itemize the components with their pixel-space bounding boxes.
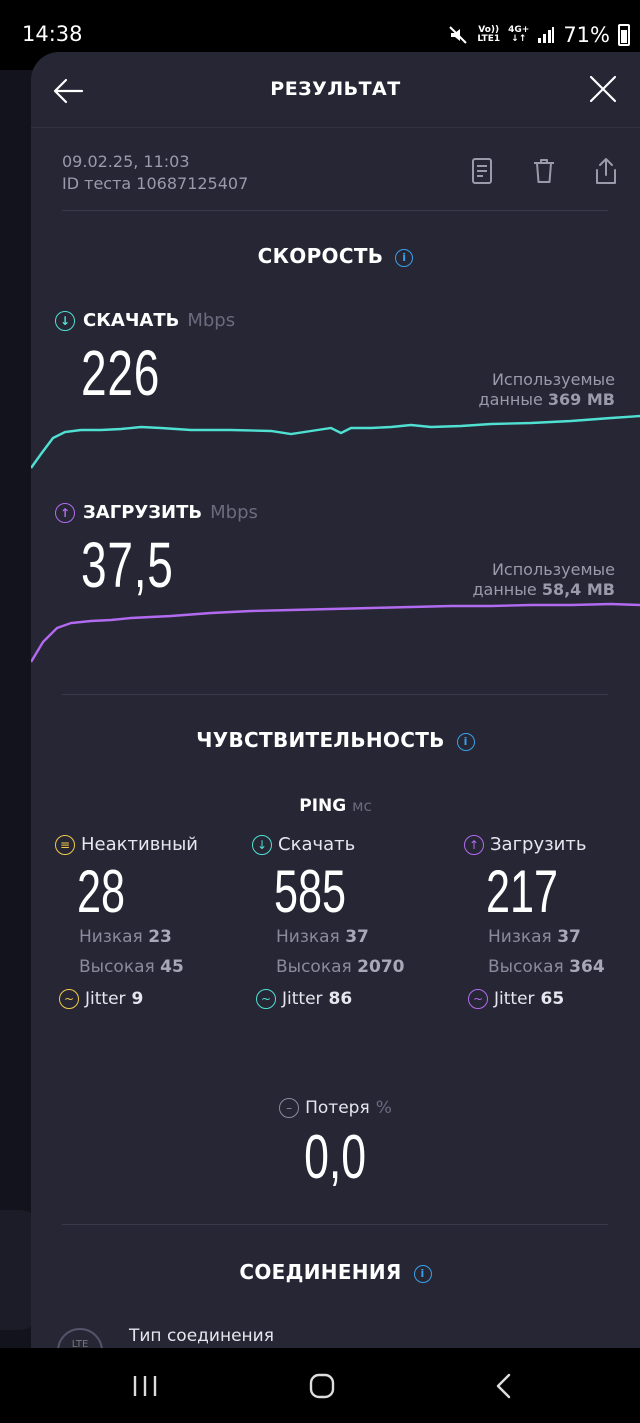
mute-icon: [449, 26, 468, 44]
divider: [62, 210, 608, 211]
upload-data-used: Используемые данные 58,4 MB: [472, 560, 615, 599]
jitter-icon: ~: [59, 989, 79, 1009]
packet-loss-value: 0,0: [304, 1123, 367, 1192]
download-graph: [31, 414, 640, 469]
jitter-icon: ~: [468, 989, 488, 1009]
ping-title: PING мс: [299, 796, 372, 816]
packet-loss-icon: –: [279, 1098, 300, 1118]
upload-graph-line: [31, 602, 640, 663]
ping-download-low: Низкая 37: [276, 927, 369, 947]
result-actions: [468, 156, 620, 186]
status-time: 14:38: [22, 22, 83, 46]
upload-graph: [31, 602, 640, 663]
download-speed-value: 226: [81, 337, 161, 409]
ping-download-column: ↓ Скачать 585 Низкая 37 Высокая 2070 ~ Jit…: [252, 834, 404, 1009]
ping-idle-jitter: ~ Jitter 9: [59, 989, 198, 1009]
document-icon: [472, 158, 492, 184]
ping-upload-jitter: ~ Jitter 65: [468, 989, 605, 1009]
connections-section-title: СОЕДИНЕНИЯ i: [31, 1260, 640, 1284]
ping-upload-column: ↑ Загрузить 217 Низкая 37 Высокая 364 ~ Ji…: [464, 834, 605, 1009]
ping-download-high: Высокая 2070: [276, 957, 405, 977]
idle-icon: ≡: [55, 834, 75, 855]
details-button[interactable]: [468, 156, 496, 186]
connections-info-icon[interactable]: i: [413, 1265, 432, 1283]
test-id: ID теста 10687125407: [62, 174, 249, 193]
divider: [62, 1224, 608, 1225]
ping-idle-value: 28: [77, 858, 126, 925]
jitter-icon: ~: [256, 989, 276, 1009]
status-icons: Vo)) LTE1 4G+ ↓↑ 71%: [447, 20, 630, 50]
sensitivity-section-title: ЧУВСТВИТЕЛЬНОСТЬ i: [31, 728, 640, 752]
connection-type-label: Тип соединения: [129, 1326, 274, 1346]
ping-upload-high: Высокая 364: [488, 957, 605, 977]
ping-upload-label: Загрузить: [490, 834, 587, 855]
download-graph-line: [31, 414, 640, 469]
upload-label: ↑ ЗАГРУЗИТЬ Mbps: [55, 502, 258, 523]
ping-download-value: 585: [274, 858, 347, 925]
download-label: ↓ СКАЧАТЬ Mbps: [55, 310, 235, 331]
ping-idle-column: ≡ Неактивный 28 Низкая 23 Высокая 45 ~ Jit…: [55, 834, 198, 1009]
sensitivity-info-icon[interactable]: i: [456, 733, 475, 751]
battery-percent: 71%: [563, 23, 610, 47]
connection-type-icon: LTE: [57, 1328, 103, 1348]
share-icon: [596, 158, 616, 184]
back-nav-icon[interactable]: [484, 1370, 524, 1402]
download-arrow-icon: ↓: [55, 310, 75, 331]
ping-idle-high: Высокая 45: [79, 957, 184, 977]
ping-download-jitter: ~ Jitter 86: [256, 989, 404, 1009]
speed-info-icon[interactable]: i: [395, 249, 414, 267]
ping-idle-low: Низкая 23: [79, 927, 172, 947]
page-title: РЕЗУЛЬТАТ: [270, 78, 401, 100]
upload-arrow-icon: ↑: [464, 834, 484, 855]
ping-download-label: Скачать: [278, 834, 356, 855]
battery-icon: [618, 24, 630, 46]
home-icon[interactable]: [302, 1370, 342, 1402]
share-button[interactable]: [592, 156, 620, 186]
navigation-bar: [0, 1348, 640, 1423]
network-type-indicator: 4G+ ↓↑: [508, 25, 530, 44]
volte-indicator: Vo)) LTE1: [477, 25, 501, 44]
close-icon[interactable]: [588, 74, 618, 104]
header: РЕЗУЛЬТАТ: [31, 52, 640, 128]
ping-upload-value: 217: [486, 858, 559, 925]
signal-icon: [538, 27, 555, 43]
ping-upload-low: Низкая 37: [488, 927, 581, 947]
test-date: 09.02.25, 11:03: [62, 152, 190, 171]
ping-idle-label: Неактивный: [81, 834, 198, 855]
trash-icon: [534, 159, 554, 183]
divider: [62, 694, 608, 695]
recent-apps-icon[interactable]: [125, 1370, 165, 1402]
delete-button[interactable]: [530, 156, 558, 186]
download-arrow-icon: ↓: [252, 834, 272, 855]
packet-loss: – Потеря% 0,0: [31, 1097, 640, 1193]
upload-speed-value: 37,5: [81, 529, 174, 601]
result-sheet: РЕЗУЛЬТАТ 09.02.25, 11:03 ID теста 10687…: [31, 52, 640, 1348]
speed-section-title: СКОРОСТЬ i: [31, 244, 640, 268]
upload-arrow-icon: ↑: [55, 502, 75, 523]
